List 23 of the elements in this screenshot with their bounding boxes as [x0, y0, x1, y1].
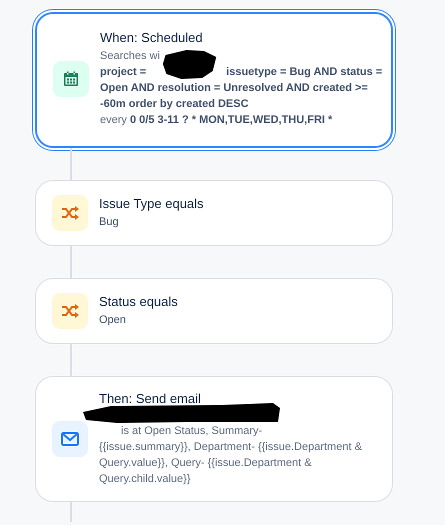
query-text: project =: [100, 65, 146, 80]
schedule-text: every 0 0/5 3-11 ? * MON,TUE,WED,THU,FRI *: [100, 113, 334, 128]
step-value: Bug: [99, 215, 120, 230]
step-description: Searches wi: [100, 49, 160, 64]
step-title: Status equals: [99, 294, 179, 309]
query-text: -60m order by created DESC: [100, 97, 250, 112]
step-card[interactable]: Issue Type equals Bug: [35, 180, 393, 246]
step-title: Then: Send email: [99, 391, 202, 406]
email-body: {{issue.summary}}, Department- {{issue.Department & Query.value}}, Query- {{issue.Department & Query.child.value}}: [99, 440, 363, 487]
step-card[interactable]: Then: Send email is at Open Status, Summary- {{issue.summary}}, Department- {{issue.Department & Query.value}}, Query- {{issue.Department & Query.child.value}}: [35, 376, 393, 502]
step-title: Issue Type equals: [99, 196, 205, 211]
step-card[interactable]: Status equals Open: [35, 278, 393, 344]
calendar-icon: [62, 70, 80, 88]
redaction-mark: [162, 49, 218, 79]
shuffle-icon: [61, 205, 79, 221]
email-body: is at Open Status, Summary-: [120, 424, 264, 439]
step-card[interactable]: When: Scheduled Searches wi project = issuetype = Bug AND status = Open AND resolution = Unresolved AND created >= -60m order by created DESC every 0 0/5 3-11 ? * MON,TUE,WED,THU,FRI *: [35, 12, 393, 148]
query-text: issuetype = Bug AND status =: [226, 65, 382, 80]
envelope-icon: [61, 432, 79, 446]
step-value: Open: [99, 313, 127, 328]
query-text: Open AND resolution = Unresolved AND created >=: [100, 81, 369, 96]
shuffle-icon: [61, 303, 79, 319]
step-title: When: Scheduled: [100, 30, 204, 45]
